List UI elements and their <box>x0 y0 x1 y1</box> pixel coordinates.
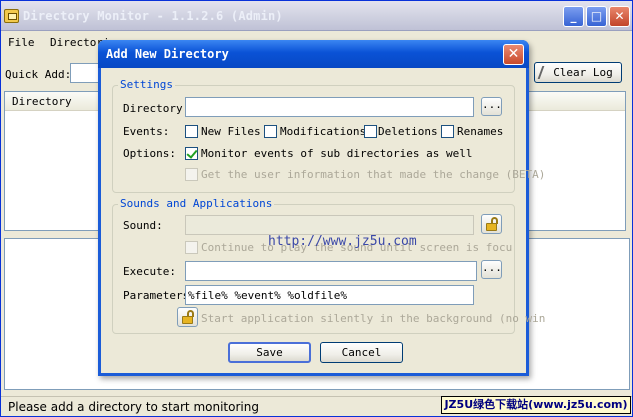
event-renames-label: Renames <box>457 125 504 138</box>
execute-input[interactable] <box>185 261 477 281</box>
silent-start-label: Start application silently in the backgr… <box>201 312 546 325</box>
main-titlebar[interactable]: Directory Monitor - 1.1.2.6 (Admin) _ □ … <box>1 1 632 31</box>
clear-log-label: Clear Log <box>553 66 613 79</box>
continue-sound-checkbox[interactable] <box>185 241 198 254</box>
options-label: Options: <box>123 147 176 160</box>
close-icon[interactable]: ✕ <box>503 44 524 65</box>
sound-label: Sound: <box>123 219 163 232</box>
parameters-input[interactable]: %file% %event% %oldfile% <box>185 285 474 305</box>
event-new-files-checkbox[interactable] <box>185 125 198 138</box>
save-button-label: Save <box>256 346 283 359</box>
events-label: Events: <box>123 125 170 138</box>
sound-input[interactable] <box>185 215 474 235</box>
add-directory-dialog: Add New Directory ✕ Settings Directory: … <box>98 40 545 376</box>
dialog-titlebar[interactable]: Add New Directory ✕ <box>98 40 529 68</box>
close-button[interactable]: ✕ <box>609 6 630 27</box>
execute-label: Execute: <box>123 265 176 278</box>
maximize-button[interactable]: □ <box>586 6 607 27</box>
dialog-title: Add New Directory <box>106 47 229 61</box>
watermark-badge: JZ5U绿色下载站(www.jz5u.com) <box>441 396 631 414</box>
watermark-url: http://www.jz5u.com <box>268 234 417 249</box>
cancel-button[interactable]: Cancel <box>320 342 403 363</box>
lock-icon-body <box>182 316 193 324</box>
event-new-files-label: New Files <box>201 125 261 138</box>
user-info-label: Get the user information that made the c… <box>201 168 546 181</box>
event-modifications-label: Modifications <box>280 125 367 138</box>
status-text: Please add a directory to start monitori… <box>8 400 259 414</box>
event-deletions-checkbox[interactable] <box>364 125 377 138</box>
directory-browse-button[interactable]: ... <box>481 97 502 116</box>
window-title: Directory Monitor - 1.1.2.6 (Admin) <box>23 9 283 23</box>
quick-add-label: Quick Add: <box>5 68 72 81</box>
directory-input[interactable] <box>185 97 474 117</box>
silent-lock-button[interactable] <box>177 307 198 327</box>
execute-browse-button[interactable]: ... <box>481 260 502 279</box>
broom-icon <box>537 66 555 79</box>
cancel-button-label: Cancel <box>341 346 382 359</box>
subdirs-label: Monitor events of sub directories as wel… <box>201 147 473 160</box>
menu-file[interactable]: File <box>8 36 35 49</box>
sound-lock-button[interactable] <box>481 214 502 234</box>
clear-log-button[interactable]: Clear Log <box>534 62 622 83</box>
event-deletions-label: Deletions <box>378 125 438 138</box>
dialog-body: Settings Directory: ... Events: New File… <box>101 68 545 373</box>
sounds-legend: Sounds and Applications <box>118 197 275 210</box>
event-modifications-checkbox[interactable] <box>264 125 277 138</box>
save-button[interactable]: Save <box>228 342 311 363</box>
minimize-button[interactable]: _ <box>563 6 584 27</box>
parameters-label: Parameters <box>123 289 190 302</box>
subdirs-checkbox[interactable] <box>185 147 198 160</box>
lock-icon-body <box>486 223 497 231</box>
app-icon <box>4 9 19 23</box>
event-renames-checkbox[interactable] <box>441 125 454 138</box>
directory-label: Directory: <box>123 102 190 115</box>
settings-legend: Settings <box>118 78 175 91</box>
user-info-checkbox[interactable] <box>185 168 198 181</box>
